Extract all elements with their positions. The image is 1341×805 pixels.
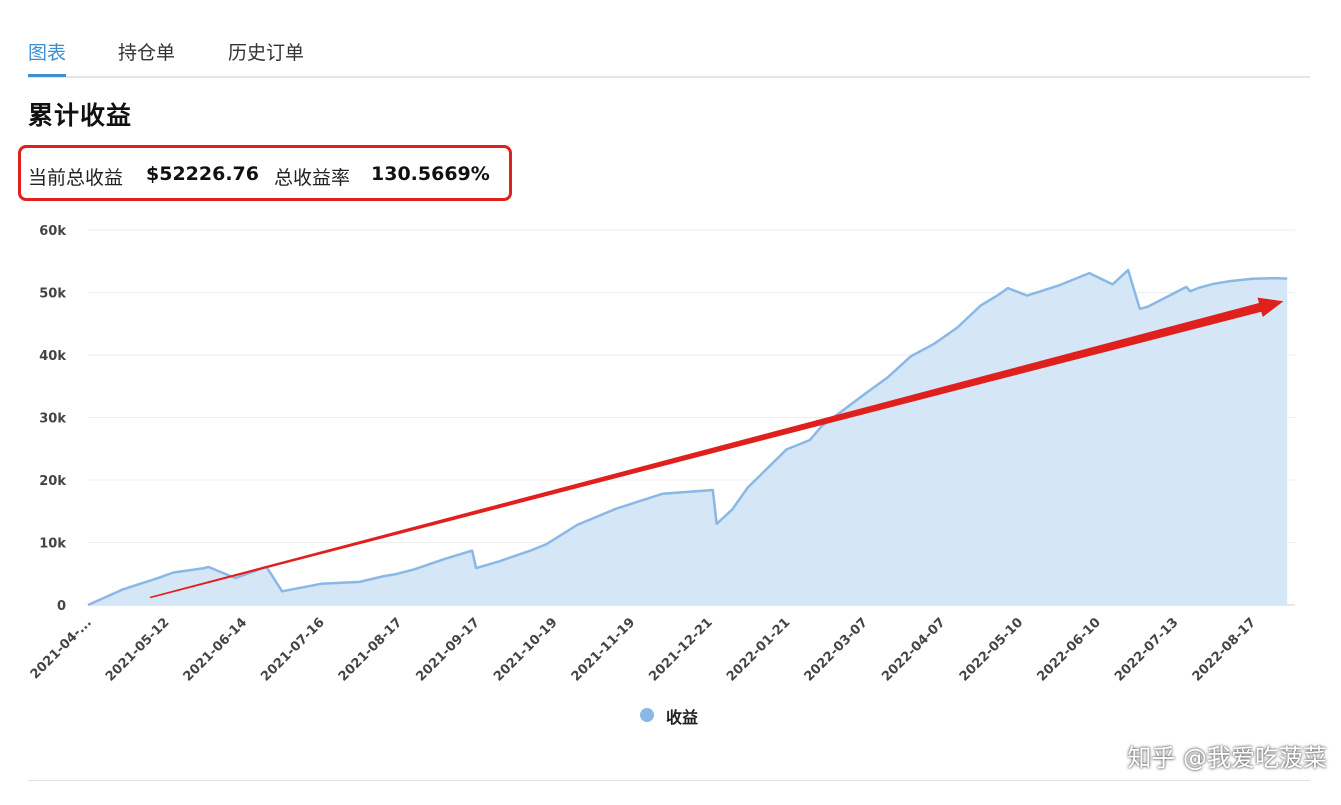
y-tick-label: 20k <box>39 474 66 489</box>
y-tick-label: 60k <box>39 224 66 239</box>
page-title: 累计收益 <box>28 101 133 130</box>
x-tick-label: 2022-03-07 <box>802 615 871 684</box>
series-area <box>88 270 1288 605</box>
total-profit-value: $52226.76 <box>146 163 259 185</box>
profit-area-chart: 0 10k 20k 30k 40k 50k 60k 2021-04-... 2021-05-12… <box>28 224 1295 685</box>
y-tick-label: 50k <box>39 287 66 302</box>
y-tick-label: 40k <box>39 349 66 364</box>
active-tab-indicator <box>28 74 66 77</box>
x-tick-label: 2021-11-19 <box>569 615 638 684</box>
divider <box>28 780 1310 781</box>
tab-positions[interactable]: 持仓单 <box>118 38 175 65</box>
x-tick-label: 2022-06-10 <box>1034 615 1103 684</box>
x-tick-label: 2021-07-16 <box>258 615 327 684</box>
y-tick-label: 10k <box>39 537 66 552</box>
x-tick-label: 2021-12-21 <box>646 615 715 684</box>
tab-order-history[interactable]: 历史订单 <box>228 38 304 65</box>
total-return-label: 总收益率 <box>274 167 351 189</box>
tab-bar: 图表 持仓单 历史订单 <box>28 34 1310 78</box>
watermark: 知乎 @我爱吃菠菜 <box>1127 744 1327 772</box>
x-tick-label: 2021-04-... <box>28 615 95 682</box>
x-tick-label: 2022-01-21 <box>724 615 793 684</box>
y-tick-label: 0 <box>57 599 66 614</box>
x-tick-label: 2021-08-17 <box>336 615 405 684</box>
x-tick-label: 2021-05-12 <box>103 615 172 684</box>
summary-box: 当前总收益 $52226.76 总收益率 130.5669% <box>18 145 512 201</box>
y-tick-label: 30k <box>39 412 66 427</box>
x-tick-label: 2021-10-19 <box>491 615 560 684</box>
x-tick-label: 2021-06-14 <box>181 615 250 684</box>
x-tick-label: 2022-08-17 <box>1190 615 1259 684</box>
legend-label: 收益 <box>666 708 699 727</box>
x-tick-label: 2022-07-13 <box>1112 615 1181 684</box>
tab-chart[interactable]: 图表 <box>28 38 66 65</box>
x-tick-label: 2022-04-07 <box>879 615 948 684</box>
total-return-value: 130.5669% <box>371 163 490 185</box>
x-tick-label: 2022-05-10 <box>957 615 1026 684</box>
legend-marker <box>640 708 654 722</box>
x-tick-label: 2021-09-17 <box>414 615 483 684</box>
total-profit-label: 当前总收益 <box>28 167 124 189</box>
